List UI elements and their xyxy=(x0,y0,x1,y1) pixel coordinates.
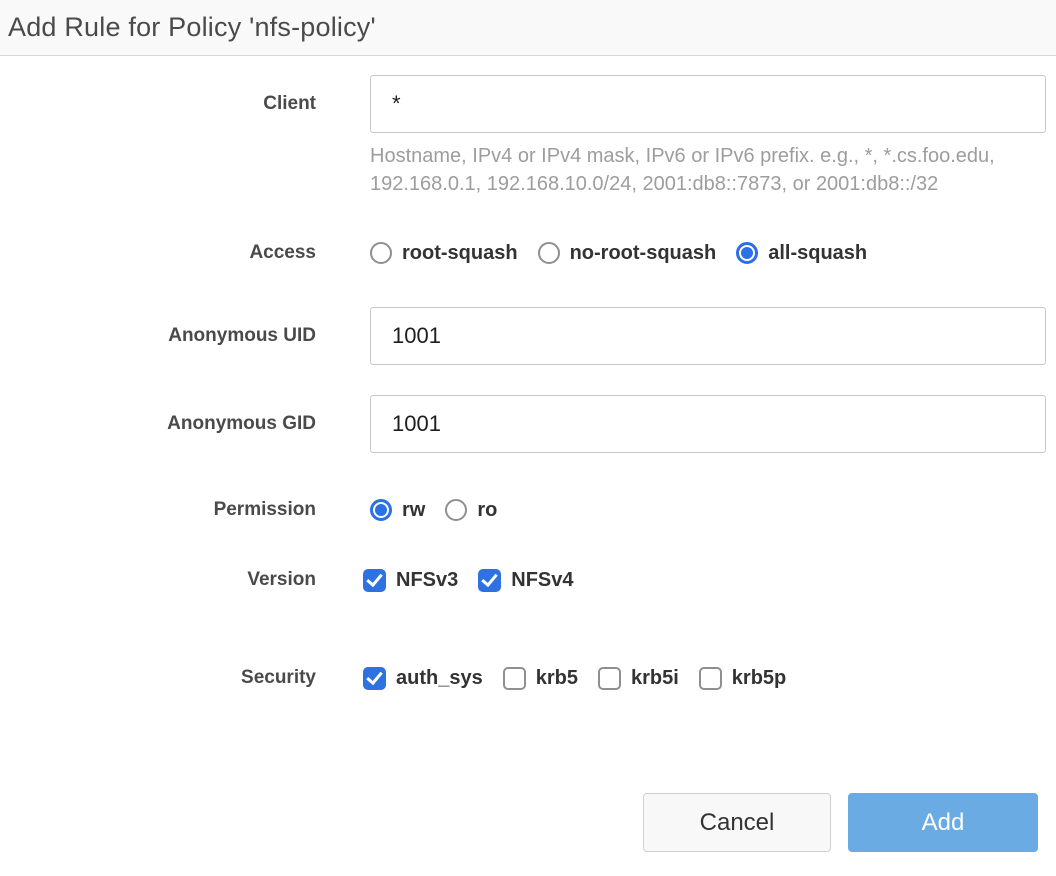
client-label: Client xyxy=(263,93,316,115)
security-option-auth-sys[interactable]: auth_sys xyxy=(363,667,483,690)
radio-ro[interactable] xyxy=(445,499,467,521)
access-radio-group: root-squash no-root-squash all-squash xyxy=(370,242,1046,265)
checkbox-krb5i[interactable] xyxy=(598,667,621,690)
permission-row: Permission rw ro xyxy=(0,497,1056,523)
client-row: Client Hostname, IPv4 or IPv4 mask, IPv6… xyxy=(0,75,1056,198)
permission-option-rw[interactable]: rw xyxy=(370,499,425,522)
version-label: Version xyxy=(247,569,316,591)
radio-no-root-squash[interactable] xyxy=(538,242,560,264)
checkbox-nfsv3[interactable] xyxy=(363,569,386,592)
radio-rw-label: rw xyxy=(402,499,425,522)
anonymous-uid-row: Anonymous UID xyxy=(0,307,1056,365)
access-label: Access xyxy=(249,242,316,264)
radio-root-squash-label: root-squash xyxy=(402,242,518,265)
anonymous-gid-row: Anonymous GID xyxy=(0,395,1056,453)
checkbox-krb5i-label: krb5i xyxy=(631,667,679,690)
security-label: Security xyxy=(241,667,316,689)
radio-root-squash[interactable] xyxy=(370,242,392,264)
security-row: Security auth_sys krb5 krb5i krb5p xyxy=(0,665,1056,691)
client-help-text: Hostname, IPv4 or IPv4 mask, IPv6 or IPv… xyxy=(370,142,1022,198)
add-rule-form: Client Hostname, IPv4 or IPv4 mask, IPv6… xyxy=(0,75,1056,852)
anonymous-uid-input[interactable] xyxy=(370,307,1046,365)
checkbox-nfsv3-label: NFSv3 xyxy=(396,569,458,592)
checkbox-krb5p-label: krb5p xyxy=(732,667,786,690)
anonymous-gid-label: Anonymous GID xyxy=(167,413,316,435)
client-input[interactable] xyxy=(370,75,1046,133)
version-checkbox-group: NFSv3 NFSv4 xyxy=(363,569,1046,592)
version-row: Version NFSv3 NFSv4 xyxy=(0,567,1056,593)
anonymous-uid-label: Anonymous UID xyxy=(168,325,316,347)
access-option-no-root-squash[interactable]: no-root-squash xyxy=(538,242,717,265)
radio-all-squash-label: all-squash xyxy=(768,242,867,265)
checkbox-krb5[interactable] xyxy=(503,667,526,690)
permission-radio-group: rw ro xyxy=(370,499,1046,522)
checkbox-krb5-label: krb5 xyxy=(536,667,578,690)
permission-label: Permission xyxy=(214,499,316,521)
checkbox-auth-sys[interactable] xyxy=(363,667,386,690)
version-option-nfsv3[interactable]: NFSv3 xyxy=(363,569,458,592)
security-checkbox-group: auth_sys krb5 krb5i krb5p xyxy=(363,667,1046,690)
radio-rw[interactable] xyxy=(370,499,392,521)
anonymous-gid-input[interactable] xyxy=(370,395,1046,453)
add-button[interactable]: Add xyxy=(848,793,1038,852)
access-option-root-squash[interactable]: root-squash xyxy=(370,242,518,265)
security-option-krb5p[interactable]: krb5p xyxy=(699,667,786,690)
radio-ro-label: ro xyxy=(477,499,497,522)
dialog-footer: Cancel Add xyxy=(0,793,1056,852)
permission-option-ro[interactable]: ro xyxy=(445,499,497,522)
access-row: Access root-squash no-root-squash all-sq… xyxy=(0,240,1056,266)
radio-no-root-squash-label: no-root-squash xyxy=(570,242,717,265)
checkbox-nfsv4[interactable] xyxy=(478,569,501,592)
dialog-title: Add Rule for Policy 'nfs-policy' xyxy=(8,12,376,43)
cancel-button[interactable]: Cancel xyxy=(643,793,831,852)
version-option-nfsv4[interactable]: NFSv4 xyxy=(478,569,573,592)
radio-all-squash[interactable] xyxy=(736,242,758,264)
checkbox-nfsv4-label: NFSv4 xyxy=(511,569,573,592)
security-option-krb5[interactable]: krb5 xyxy=(503,667,578,690)
checkbox-auth-sys-label: auth_sys xyxy=(396,667,483,690)
access-option-all-squash[interactable]: all-squash xyxy=(736,242,867,265)
security-option-krb5i[interactable]: krb5i xyxy=(598,667,679,690)
checkbox-krb5p[interactable] xyxy=(699,667,722,690)
dialog-header: Add Rule for Policy 'nfs-policy' xyxy=(0,0,1056,56)
